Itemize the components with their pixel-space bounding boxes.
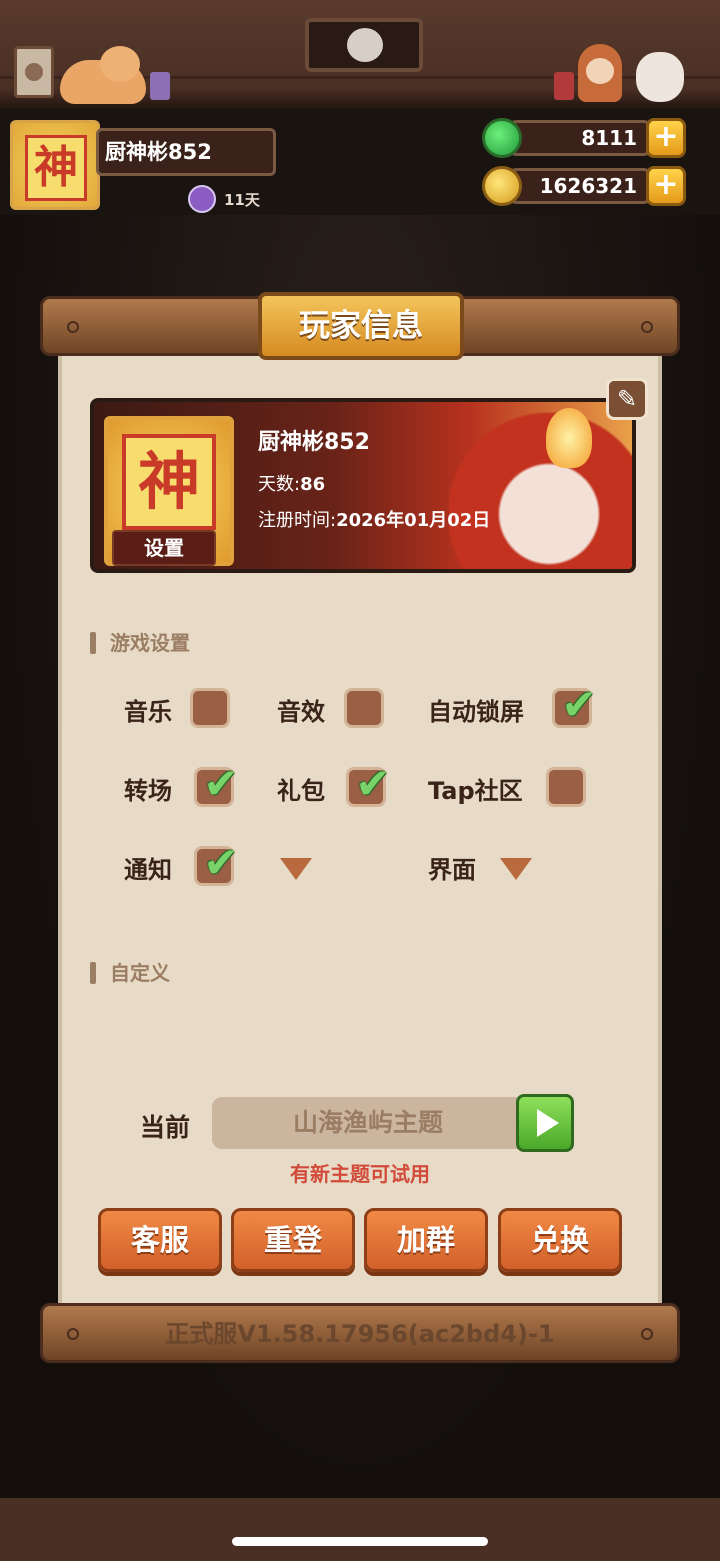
interface-label: 界面 bbox=[428, 856, 476, 884]
jade-counter: 8111 bbox=[500, 120, 650, 156]
notification-label: 通知 bbox=[124, 856, 172, 884]
sleeping-cat-decoration bbox=[60, 46, 146, 104]
profile-registration: 注册时间:2026年01月02日 bbox=[258, 506, 490, 532]
paw-icon bbox=[25, 63, 43, 81]
theme-selector[interactable]: 山海渔屿主题 bbox=[212, 1097, 524, 1149]
relogin-button[interactable]: 重登 bbox=[231, 1208, 355, 1272]
music-label: 音乐 bbox=[124, 698, 172, 726]
home-indicator[interactable] bbox=[232, 1537, 488, 1546]
bottom-shelf bbox=[0, 1498, 720, 1561]
tap-community-checkbox[interactable] bbox=[546, 767, 586, 807]
reg-label: 注册时间: bbox=[258, 510, 337, 531]
character-badge-icon bbox=[188, 185, 216, 213]
days-value: 86 bbox=[300, 474, 326, 495]
music-checkbox[interactable] bbox=[190, 688, 230, 728]
paw-frame-decoration bbox=[14, 46, 54, 98]
flame-icon bbox=[546, 408, 592, 468]
avatar-settings-button[interactable]: 设置 bbox=[112, 530, 216, 566]
autolock-checkbox[interactable]: ✔ bbox=[552, 681, 597, 729]
notification-checkbox[interactable]: ✔ bbox=[194, 839, 239, 887]
check-icon: ✔ bbox=[561, 680, 597, 729]
version-label: 正式服V1.58.17956(ac2bd4)-1 bbox=[165, 1320, 555, 1348]
stool-decoration bbox=[554, 72, 574, 100]
add-jade-button[interactable]: + bbox=[646, 118, 686, 158]
sfx-label: 音效 bbox=[277, 698, 325, 726]
add-coin-button[interactable]: + bbox=[646, 166, 686, 206]
dropdown-icon[interactable] bbox=[280, 858, 312, 884]
nail-icon bbox=[641, 321, 653, 333]
profile-days: 天数:86 bbox=[258, 470, 325, 496]
autolock-label: 自动锁屏 bbox=[428, 698, 524, 726]
player-avatar[interactable]: 神 bbox=[10, 120, 100, 210]
transition-label: 转场 bbox=[124, 777, 172, 805]
cat-face-icon bbox=[347, 28, 383, 62]
white-cat-decoration bbox=[636, 52, 684, 102]
days-badge-text: 11天 bbox=[224, 190, 260, 209]
chef-character-decoration bbox=[578, 44, 622, 102]
stool-decoration bbox=[150, 72, 170, 100]
hero-character-art bbox=[449, 412, 632, 569]
top-shelf bbox=[0, 0, 720, 108]
coin-icon bbox=[482, 166, 522, 206]
check-icon: ✔ bbox=[355, 759, 391, 808]
hanging-banner bbox=[305, 18, 423, 72]
tap-community-label: Tap社区 bbox=[428, 777, 523, 805]
profile-avatar-seal: 神 bbox=[122, 434, 216, 530]
game-settings-title: 游戏设置 bbox=[90, 628, 190, 658]
check-icon: ✔ bbox=[203, 838, 239, 887]
profile-name: 厨神彬852 bbox=[258, 430, 370, 455]
panel-title: 玩家信息 bbox=[258, 292, 464, 360]
giftpack-label: 礼包 bbox=[277, 777, 325, 805]
coin-counter: 1626321 bbox=[500, 168, 650, 204]
interface-dropdown-icon[interactable] bbox=[500, 858, 532, 884]
current-theme-label: 当前 bbox=[140, 1113, 191, 1142]
nail-icon bbox=[67, 321, 79, 333]
sfx-checkbox[interactable] bbox=[344, 688, 384, 728]
play-icon[interactable] bbox=[516, 1094, 574, 1152]
edit-icon: ✎ bbox=[616, 385, 638, 413]
giftpack-checkbox[interactable]: ✔ bbox=[346, 760, 391, 808]
reg-value: 2026年01月02日 bbox=[336, 510, 491, 531]
check-icon: ✔ bbox=[203, 759, 239, 808]
avatar-seal: 神 bbox=[25, 135, 87, 201]
redeem-button[interactable]: 兑换 bbox=[498, 1208, 622, 1272]
days-label: 天数: bbox=[258, 474, 301, 495]
custom-section-title: 自定义 bbox=[90, 958, 170, 988]
join-group-button[interactable]: 加群 bbox=[364, 1208, 488, 1272]
jade-icon bbox=[482, 118, 522, 158]
transition-checkbox[interactable]: ✔ bbox=[194, 760, 239, 808]
edit-profile-button[interactable]: ✎ bbox=[606, 378, 648, 420]
panel-bottom-rod: 正式服V1.58.17956(ac2bd4)-1 bbox=[40, 1303, 680, 1363]
player-name: 厨神彬852 bbox=[96, 128, 276, 176]
new-theme-hint: 有新主题可试用 bbox=[290, 1162, 430, 1186]
days-badge: 11天 bbox=[188, 184, 260, 214]
customer-service-button[interactable]: 客服 bbox=[98, 1208, 222, 1272]
